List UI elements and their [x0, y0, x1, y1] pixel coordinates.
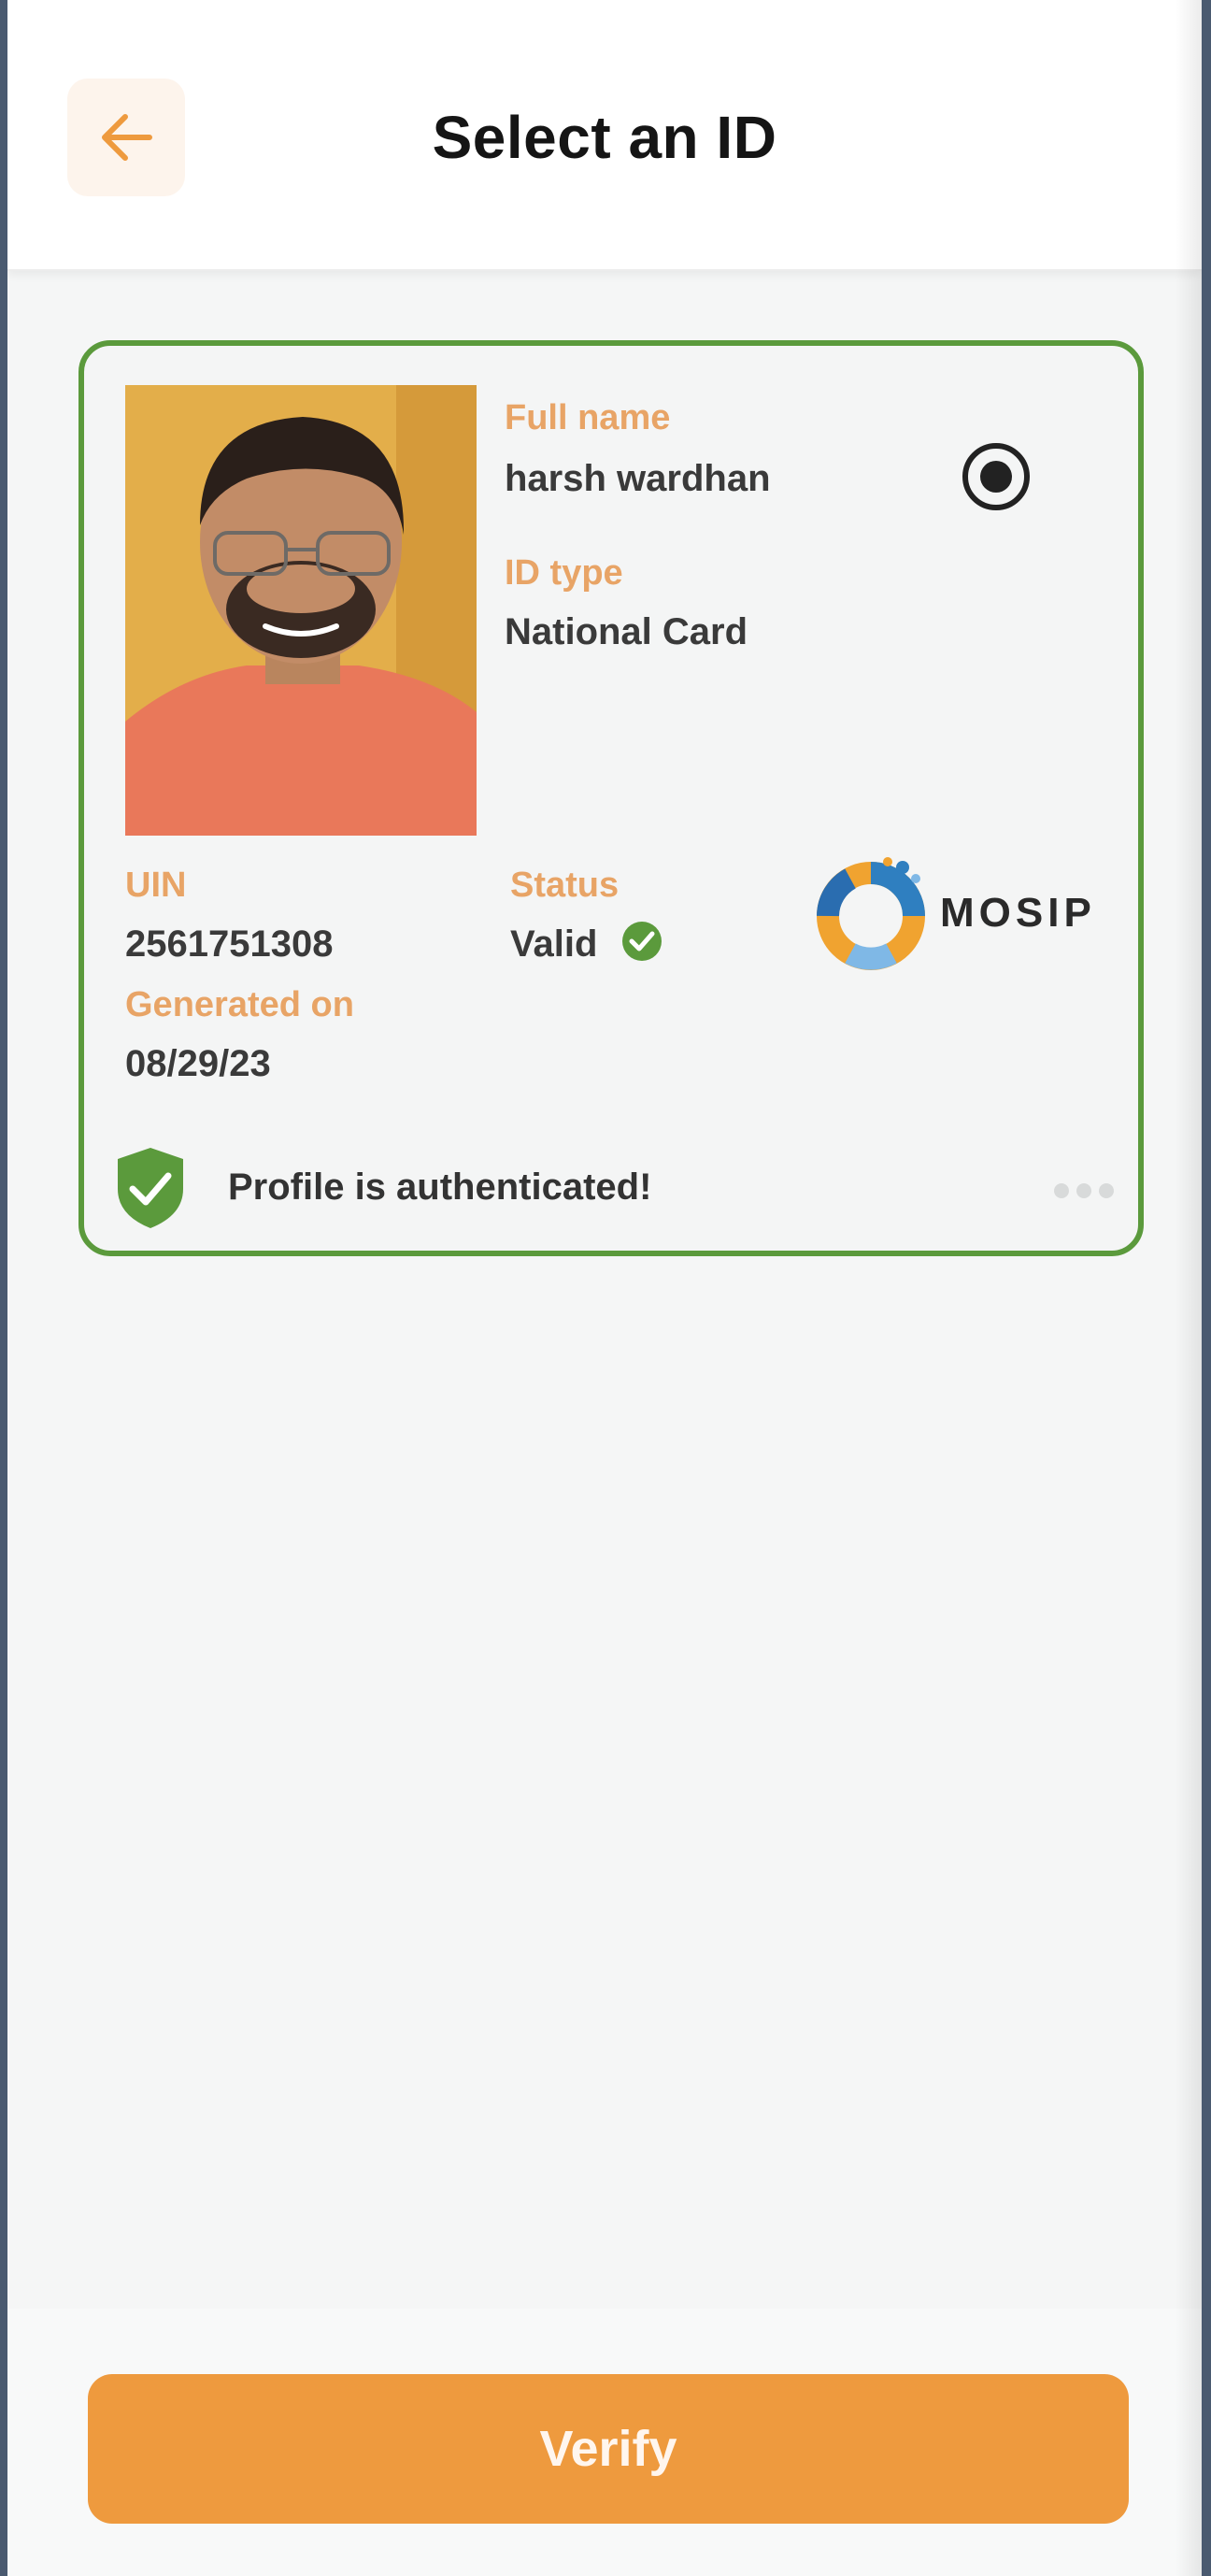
profile-photo [125, 385, 477, 836]
shield-check-icon [118, 1148, 183, 1228]
status-value: Valid [510, 923, 598, 965]
id-card[interactable]: Full name harsh wardhan ID type National… [78, 340, 1144, 1256]
uin-label: UIN [125, 866, 187, 905]
auth-message: Profile is authenticated! [228, 1166, 652, 1208]
dot [1099, 1183, 1114, 1198]
select-radio[interactable] [962, 443, 1030, 510]
dot [1076, 1183, 1091, 1198]
mosip-logo-text: MOSIP [940, 890, 1096, 936]
edge-shadow [1175, 0, 1202, 2576]
generated-on-value: 08/29/23 [125, 1043, 271, 1084]
page-title: Select an ID [432, 104, 777, 171]
full-name-value: harsh wardhan [505, 458, 771, 499]
header-bar: Select an ID [7, 0, 1202, 271]
verify-button[interactable]: Verify [88, 2374, 1129, 2524]
status-label: Status [510, 866, 620, 905]
mosip-logo-icon [817, 857, 925, 970]
id-type-label: ID type [505, 553, 623, 593]
id-type-value: National Card [505, 611, 748, 652]
issuer-logo: MOSIP [813, 854, 1103, 976]
generated-on-label: Generated on [125, 985, 354, 1024]
more-options[interactable] [1054, 1183, 1114, 1198]
screen: Select an ID Full name harsh wardhan ID … [7, 0, 1202, 2576]
dot [1054, 1183, 1069, 1198]
uin-value: 2561751308 [125, 923, 334, 965]
radio-selected-dot [980, 461, 1012, 493]
full-name-label: Full name [505, 398, 671, 437]
check-circle-icon [622, 922, 662, 961]
